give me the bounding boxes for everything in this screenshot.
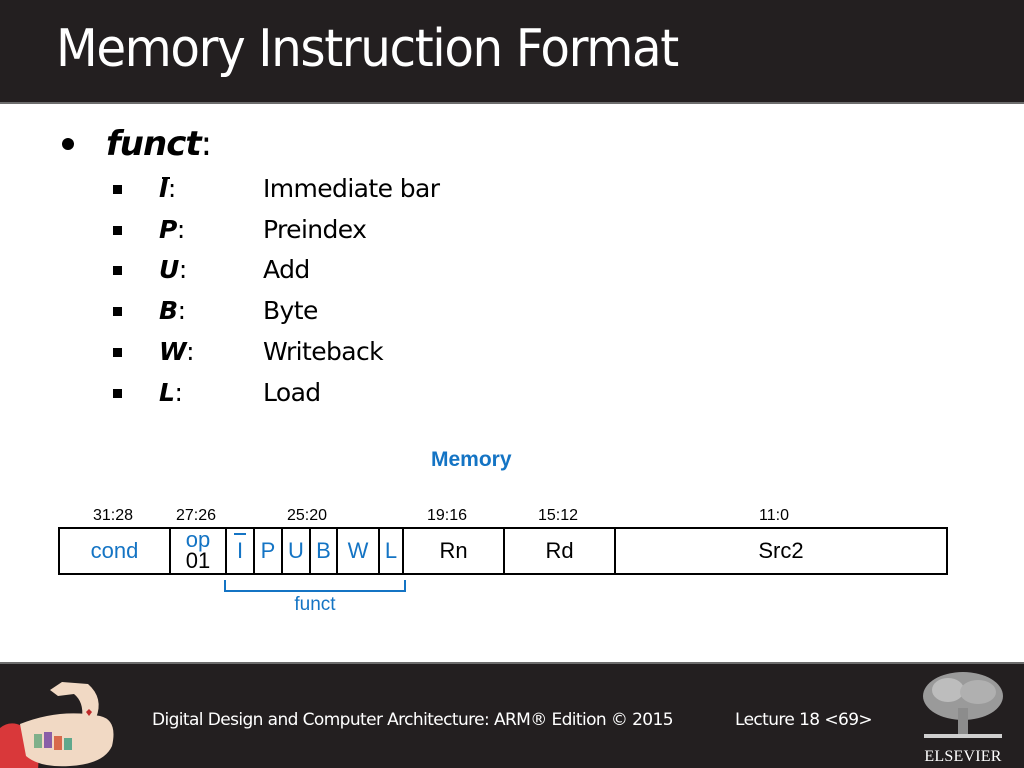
key-colon: :	[174, 378, 183, 407]
key-letter: W	[159, 337, 187, 366]
item-description: Byte	[263, 296, 318, 325]
item-description: Add	[263, 255, 310, 284]
slide-title: Memory Instruction Format	[56, 19, 679, 79]
field-p-label: P	[260, 538, 276, 563]
item-key: P:	[159, 210, 185, 250]
item-description: Immediate bar	[263, 174, 440, 203]
list-item: P: Preindex	[0, 210, 500, 250]
slide-footer: Digital Design and Computer Architecture…	[0, 662, 1024, 768]
key-colon: :	[177, 296, 186, 325]
elsevier-tree-icon	[923, 672, 1003, 738]
flexed-arm-logo-icon	[0, 682, 114, 768]
slide-header: Memory Instruction Format	[0, 0, 1024, 104]
square-bullet-icon	[113, 266, 122, 275]
list-item: L: Load	[0, 373, 500, 413]
bit-range-label: 11:0	[759, 507, 789, 524]
key-letter: U	[159, 255, 179, 284]
main-bullet-label: funct:	[106, 122, 213, 166]
funct-term: funct	[106, 124, 202, 164]
key-colon: :	[178, 255, 187, 284]
field-rd-label: Rd	[545, 538, 574, 563]
item-key: L:	[159, 373, 183, 413]
square-bullet-icon	[113, 185, 122, 194]
item-key: W:	[159, 332, 195, 372]
item-key: B:	[159, 291, 186, 331]
diagram-title: Memory	[431, 448, 512, 471]
field-rn: Rn	[404, 529, 505, 573]
field-l-label: L	[384, 538, 398, 563]
key-letter-overbar: I	[159, 174, 168, 203]
bit-range-label: 25:20	[286, 507, 328, 524]
field-cond: cond	[60, 529, 171, 573]
key-letter: L	[159, 378, 175, 407]
field-funct-l: L	[380, 529, 404, 573]
item-description: Load	[263, 378, 321, 407]
field-op-value: 01	[185, 548, 211, 573]
square-bullet-icon	[113, 348, 122, 357]
item-description: Writeback	[263, 337, 384, 366]
list-item: U: Add	[0, 250, 500, 290]
field-src2: Src2	[616, 529, 946, 573]
bit-range-label: 15:12	[537, 507, 579, 524]
field-w-label: W	[347, 538, 369, 563]
bit-range-label: 27:26	[175, 507, 217, 524]
list-item: B: Byte	[0, 291, 500, 331]
funct-bracket	[224, 580, 406, 592]
field-op: op 01	[171, 529, 227, 573]
footer-book-title: Digital Design and Computer Architecture…	[152, 710, 674, 730]
key-letter: B	[159, 296, 178, 325]
item-description: Preindex	[263, 215, 367, 244]
bit-range-label: 19:16	[426, 507, 468, 524]
field-b-label: B	[316, 538, 331, 563]
field-funct-p: P	[255, 529, 283, 573]
item-key: U:	[159, 250, 187, 290]
instruction-format-box: cond op 01 I P U B W L Rn Rd Src2	[58, 527, 948, 575]
item-key: I:	[159, 169, 176, 209]
field-i-overbar-label: I	[233, 533, 247, 563]
funct-colon: :	[200, 124, 213, 164]
square-bullet-icon	[113, 389, 122, 398]
field-funct-w: W	[338, 529, 380, 573]
list-item: I: Immediate bar	[0, 169, 500, 209]
field-funct-i: I	[227, 529, 255, 573]
field-rd: Rd	[505, 529, 616, 573]
field-funct-u: U	[283, 529, 311, 573]
key-letter: P	[159, 215, 177, 244]
field-op-name: op	[185, 527, 211, 552]
bullet-dot-icon	[62, 138, 74, 150]
publisher-name: ELSEVIER	[924, 748, 1002, 765]
key-colon: :	[186, 337, 195, 366]
field-u-label: U	[288, 538, 304, 563]
field-cond-label: cond	[90, 538, 139, 563]
square-bullet-icon	[113, 307, 122, 316]
field-src2-label: Src2	[758, 538, 804, 563]
key-colon: :	[176, 215, 185, 244]
list-item: W: Writeback	[0, 332, 500, 372]
funct-bracket-label: funct	[294, 594, 336, 615]
footer-lecture-page: Lecture 18 <69>	[735, 710, 873, 730]
square-bullet-icon	[113, 226, 122, 235]
elsevier-logo: ELSEVIER	[918, 668, 1008, 768]
field-funct-b: B	[311, 529, 338, 573]
bit-range-label: 31:28	[92, 507, 134, 524]
field-rn-label: Rn	[439, 538, 468, 563]
